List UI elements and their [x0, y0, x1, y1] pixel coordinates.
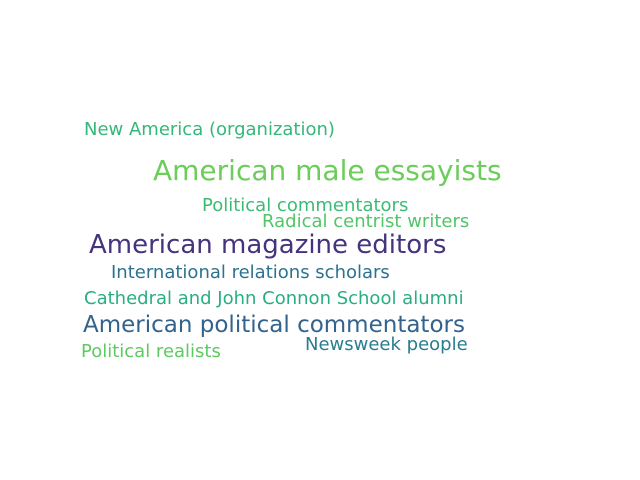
word-political-realists: Political realists [81, 341, 221, 362]
word-newsweek-people: Newsweek people [305, 334, 468, 355]
word-international-relations-scholars: International relations scholars [111, 262, 390, 283]
word-american-magazine-editors: American magazine editors [89, 230, 447, 260]
word-cloud: New America (organization) American male… [0, 0, 640, 480]
word-cathedral-john-connon-alumni: Cathedral and John Connon School alumni [84, 288, 464, 309]
word-radical-centrist-writers: Radical centrist writers [262, 211, 470, 232]
word-new-america-organization: New America (organization) [84, 119, 335, 140]
word-american-male-essayists: American male essayists [153, 154, 502, 187]
